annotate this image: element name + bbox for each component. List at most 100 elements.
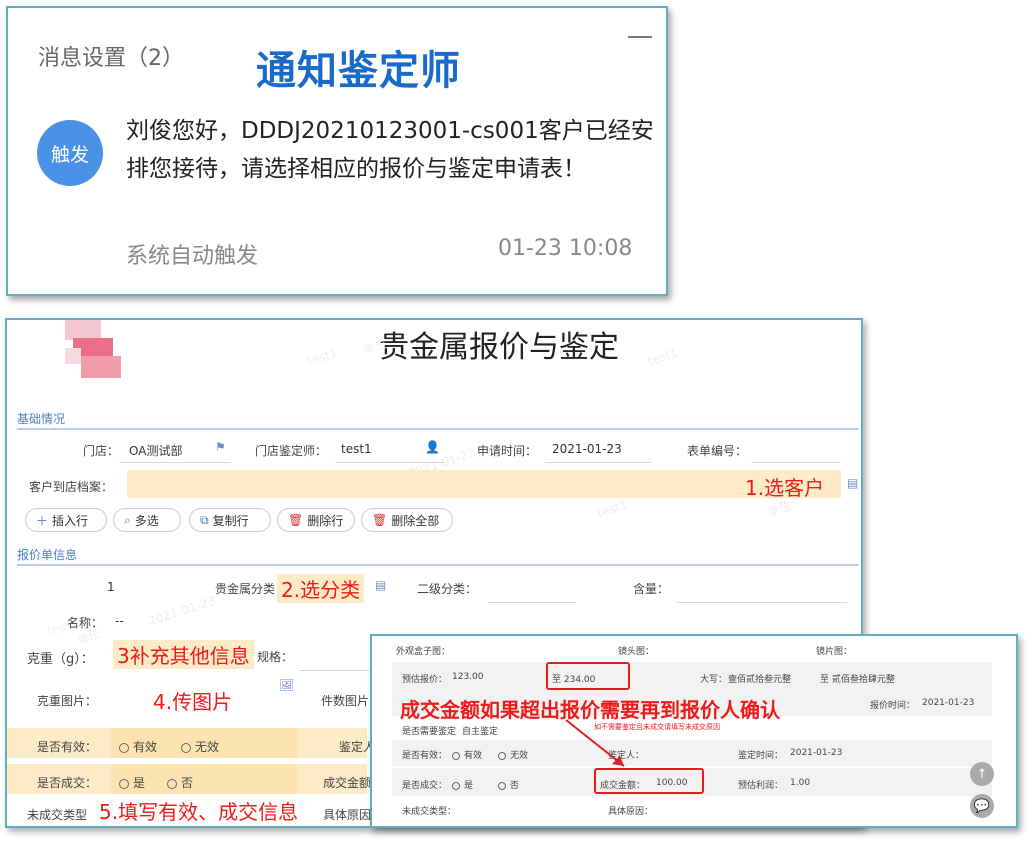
- deal-no-radio[interactable]: 否: [167, 774, 193, 791]
- no-deal-type-label: 未成交类型：: [402, 807, 457, 817]
- upper-label: 大写：: [700, 675, 728, 685]
- amount-value: 100.00: [656, 778, 688, 788]
- valid-label: 是否有效：: [37, 740, 98, 754]
- delete-all-button[interactable]: 🗑 删除全部: [361, 508, 453, 532]
- step2-annotation: 2.选分类: [277, 574, 365, 603]
- valid-no-radio[interactable]: 无效: [181, 738, 219, 755]
- form-no-label: 表单编号：: [687, 444, 748, 458]
- image-upload-icon[interactable]: 🖼: [279, 678, 294, 692]
- multi-select-label: 多选: [134, 513, 159, 528]
- watermark: test1: [305, 345, 340, 369]
- flag-icon[interactable]: ⚑: [215, 440, 226, 454]
- amount-label: 成交金额：: [600, 781, 646, 791]
- quote-time-label: 报价时间：: [870, 701, 916, 711]
- list-icon[interactable]: ▤: [375, 578, 386, 592]
- step4-annotation: 4.传图片: [153, 690, 233, 714]
- reason-label: 具体原因: [323, 808, 372, 822]
- radio-icon: [498, 781, 506, 790]
- ov-reason-label: 具体原因：: [608, 807, 654, 817]
- search-icon: ⌕: [124, 512, 131, 527]
- radio-icon: [181, 742, 191, 753]
- appraise-time-label: 鉴定时间：: [738, 751, 784, 761]
- delete-row-button[interactable]: 🗑 删除行: [277, 508, 355, 532]
- step5-annotation: 5.填写有效、成交信息: [99, 800, 299, 824]
- section-quote-title: 报价单信息: [17, 548, 78, 562]
- store-value: OA测试部: [129, 444, 183, 458]
- name-value: --: [115, 614, 124, 628]
- content-label: 含量：: [633, 582, 670, 596]
- profit-label: 预估利润：: [738, 781, 784, 791]
- overlay-screenshot: 外观盒子图： 镜头图： 镜片图： 预估报价： 123.00 至 234.00 大…: [370, 634, 1018, 828]
- appraiser-value: test1: [341, 442, 372, 456]
- quote-label: 预估报价：: [402, 675, 448, 685]
- outer-image-label: 外观盒子图：: [396, 647, 451, 657]
- notification-card: 消息设置（2） 通知鉴定师 触发 刘俊您好，DDDJ20210123001-cs…: [6, 6, 668, 296]
- upper-value: 壹佰贰拾叁元整: [728, 675, 792, 685]
- quote-time-value: 2021-01-23: [922, 698, 975, 708]
- apply-time-label: 申请时间：: [477, 444, 538, 458]
- notification-message[interactable]: 刘俊您好，DDDJ20210123001-cs001客户已经安排您接待，请选择相…: [126, 112, 656, 188]
- sub-category-label: 二级分类：: [417, 582, 478, 596]
- radio-icon: [498, 751, 506, 760]
- form-title: 贵金属报价与鉴定: [379, 330, 619, 365]
- piece-image-label: 件数图片: [321, 694, 370, 708]
- deal-amount-label: 成交金额: [323, 776, 372, 790]
- radio-icon: [452, 751, 460, 760]
- ov-deal-yes-radio[interactable]: 是: [452, 778, 473, 791]
- radio-icon: [167, 778, 177, 789]
- copy-icon: ⧉: [200, 512, 209, 527]
- ov-deal-label: 是否成交：: [402, 781, 448, 791]
- label-image-label: 镜头图：: [618, 647, 655, 657]
- plus-icon: ＋: [36, 513, 49, 528]
- apply-time-value: 2021-01-23: [552, 442, 622, 456]
- copy-row-button[interactable]: ⧉ 复制行: [189, 508, 271, 532]
- section-divider: [17, 428, 859, 430]
- ov-deal-no-radio[interactable]: 否: [498, 778, 519, 791]
- multi-select-button[interactable]: ⌕ 多选: [113, 508, 181, 532]
- weight-label: 克重（g）：: [27, 652, 94, 667]
- section-divider: [17, 564, 859, 566]
- name-label: 名称：: [67, 616, 104, 630]
- ov-valid-label: 是否有效：: [402, 751, 448, 761]
- insert-row-label: 插入行: [52, 513, 89, 528]
- user-icon[interactable]: 👤: [425, 440, 440, 454]
- upper-to-value: 至 贰佰叁拾肆元整: [820, 675, 895, 685]
- chat-icon[interactable]: 💬: [970, 794, 994, 818]
- notification-time: 01-23 10:08: [498, 236, 633, 261]
- minimize-icon[interactable]: [628, 36, 652, 38]
- watermark: 2021-01-23: [146, 593, 218, 629]
- appraise-time-value: 2021-01-23: [790, 748, 843, 758]
- copy-row-label: 复制行: [212, 513, 249, 528]
- ov-valid-no-radio[interactable]: 无效: [498, 748, 528, 761]
- quote-value: 123.00: [452, 672, 484, 682]
- store-label: 门店：: [83, 444, 120, 458]
- insert-row-button[interactable]: ＋插入行: [25, 508, 107, 532]
- no-deal-type-label: 未成交类型: [27, 808, 88, 822]
- customer-field[interactable]: [127, 470, 841, 498]
- quote-to-value: 至 234.00: [552, 675, 596, 685]
- self-appraise-value: 自主鉴定: [462, 727, 499, 737]
- list-icon[interactable]: ▤: [847, 476, 858, 490]
- step3-annotation: 3补充其他信息: [113, 640, 254, 669]
- radio-icon: [452, 781, 460, 790]
- weight-image-label: 克重图片：: [37, 694, 98, 708]
- profit-value: 1.00: [790, 778, 811, 788]
- ov-valid-yes-radio[interactable]: 有效: [452, 748, 482, 761]
- valid-yes-radio[interactable]: 有效: [119, 738, 157, 755]
- trash-icon: 🗑: [288, 513, 304, 527]
- lens-image-label: 镜片图：: [816, 647, 853, 657]
- spec-label: 规格：: [257, 650, 294, 664]
- radio-icon: [119, 778, 129, 789]
- scroll-top-icon[interactable]: ↑: [970, 762, 994, 786]
- delete-all-label: 删除全部: [391, 513, 440, 528]
- customer-label: 客户到店档案：: [29, 480, 114, 494]
- notification-source: 系统自动触发: [126, 244, 259, 269]
- notify-appraiser-annotation: 通知鉴定师: [256, 48, 461, 94]
- step1-annotation: 1.选客户: [745, 476, 825, 500]
- trash-icon: 🗑: [372, 513, 388, 527]
- section-basic-title: 基础情况: [17, 412, 66, 426]
- radio-icon: [119, 742, 129, 753]
- avatar-text: 触发: [50, 143, 89, 166]
- deal-yes-radio[interactable]: 是: [119, 774, 145, 791]
- watermark: test1: [595, 497, 630, 521]
